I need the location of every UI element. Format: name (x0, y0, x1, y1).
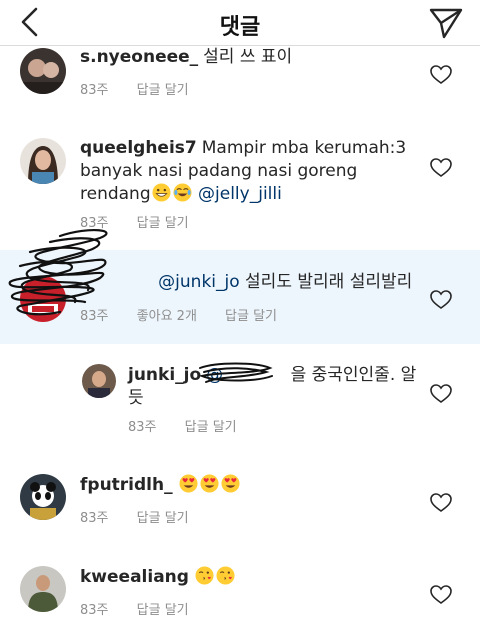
grinning-face-icon (152, 183, 171, 202)
heart-eyes-icon (200, 474, 219, 493)
reply-button[interactable]: 답글 달기 (137, 603, 189, 618)
mention-link[interactable]: @jelly_jilli (198, 184, 282, 204)
username-link[interactable]: fputridlh_ (80, 475, 173, 495)
mention-link[interactable]: @ (206, 365, 223, 385)
comment-row: kweealiang 83주 답글 달기 (0, 540, 480, 632)
comment-meta: 83주 답글 달기 (128, 416, 261, 435)
avatar[interactable] (20, 566, 66, 612)
comment-text: queelgheis7 Mampir mba kerumah:3 banyak n… (80, 137, 420, 206)
reply-button[interactable]: 답글 달기 (137, 511, 189, 526)
comment-text: fputridlh_ (80, 474, 241, 497)
paper-plane-icon[interactable] (428, 6, 464, 40)
comment-meta: 83주 좋아요 2개 답글 달기 (80, 305, 301, 324)
reply-button[interactable]: 답글 달기 (137, 83, 189, 98)
comment-text: junki_jo @ 을 중국인인줄. 알 듯 (128, 364, 428, 410)
comment-row: queelgheis7 Mampir mba kerumah:3 banyak n… (0, 118, 480, 250)
heart-icon[interactable] (430, 493, 452, 513)
reply-button[interactable]: 답글 달기 (137, 216, 189, 231)
comment-text: kweealiang (80, 566, 236, 589)
reply-row: junki_jo @ 을 중국인인줄. 알 듯 83주 답글 달기 (0, 344, 480, 448)
heart-icon[interactable] (430, 65, 452, 85)
timestamp: 83주 (80, 309, 109, 324)
comment-body-line2: banyak nasi padang nasi goreng (80, 161, 358, 181)
comment-body-line2: 듯 (128, 388, 144, 408)
heart-icon[interactable] (430, 158, 452, 178)
comment-meta: 83주 답글 달기 (80, 507, 213, 526)
avatar[interactable] (20, 276, 66, 322)
heart-eyes-icon (179, 474, 198, 493)
timestamp: 83주 (80, 216, 109, 231)
mention-link[interactable]: @junki_jo (158, 272, 239, 292)
timestamp: 83주 (80, 603, 109, 618)
timestamp: 83주 (128, 420, 157, 435)
comment-body: 설리도 발리래 설리발리 (245, 272, 413, 292)
face-blowing-kiss-icon (195, 566, 214, 585)
comment-body: 설리 쓰 표이 (203, 47, 293, 67)
comment-row-highlighted: junki_jo@junki_jo 설리도 발리래 설리발리 83주 좋아요 2… (0, 250, 480, 344)
comment-meta: 83주 답글 달기 (80, 599, 213, 618)
username-link[interactable]: queelgheis7 (80, 138, 197, 158)
page-title: 댓글 (219, 15, 261, 40)
timestamp: 83주 (80, 511, 109, 526)
comment-body-line1: Mampir mba kerumah:3 (201, 138, 407, 158)
avatar[interactable] (20, 474, 66, 520)
avatar[interactable] (82, 364, 116, 398)
comment-text: s.nyeoneee_ 설리 쓰 표이 (80, 46, 292, 69)
header-bar: 댓글 (0, 0, 480, 46)
heart-icon[interactable] (430, 290, 452, 310)
avatar[interactable] (20, 138, 66, 184)
face-blowing-kiss-icon (216, 566, 235, 585)
comment-meta: 83주 답글 달기 (80, 212, 213, 231)
comment-text: junki_jo@junki_jo 설리도 발리래 설리발리 (80, 271, 420, 294)
timestamp: 83주 (80, 83, 109, 98)
heart-eyes-icon (221, 474, 240, 493)
comment-body-line1: 을 중국인인줄. 알 (290, 365, 417, 385)
tears-of-joy-icon (173, 183, 192, 202)
username-link[interactable]: junki_jo (128, 365, 201, 385)
heart-icon[interactable] (430, 384, 452, 404)
likes-count[interactable]: 좋아요 2개 (137, 309, 197, 324)
avatar[interactable] (20, 48, 66, 94)
username-link[interactable]: kweealiang (80, 567, 189, 587)
comment-body-line3: rendang (80, 184, 151, 204)
reply-button[interactable]: 답글 달기 (225, 309, 277, 324)
comment-row: fputridlh_ 83주 답글 달기 (0, 448, 480, 540)
comment-meta: 83주 답글 달기 (80, 79, 213, 98)
username-link[interactable]: s.nyeoneee_ (80, 47, 198, 67)
reply-button[interactable]: 답글 달기 (185, 420, 237, 435)
heart-icon[interactable] (430, 585, 452, 605)
